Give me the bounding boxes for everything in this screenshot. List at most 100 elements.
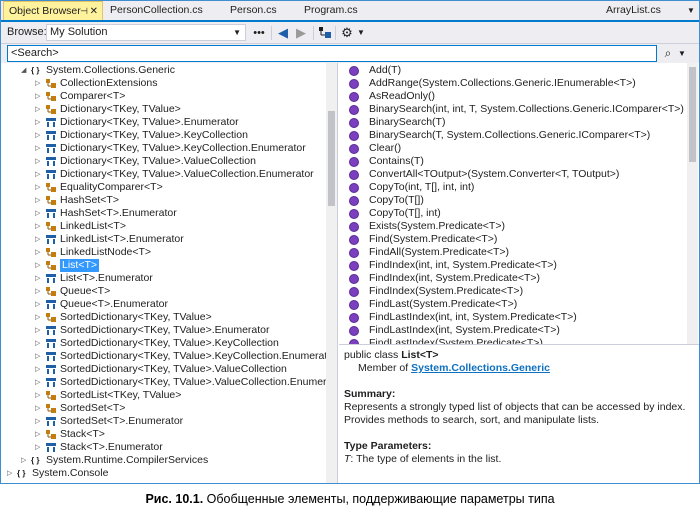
members-scrollbar[interactable]	[687, 63, 698, 344]
expand-arrow-icon[interactable]: ▷	[35, 311, 43, 324]
expand-arrow-icon[interactable]: ▷	[35, 168, 43, 181]
class-icon	[45, 208, 57, 219]
search-icon[interactable]: ⌕	[660, 46, 676, 62]
member-label: FindLastIndex(int, System.Predicate<T>)	[369, 324, 560, 336]
settings-chevron-down-icon[interactable]: ▼	[353, 25, 369, 41]
toolbar-separator	[335, 26, 336, 40]
class-icon	[45, 169, 57, 180]
expand-arrow-icon[interactable]: ▷	[35, 415, 43, 428]
expand-arrow-icon[interactable]: ▷	[21, 454, 29, 467]
tab-object-browser[interactable]: Object Browser ⊣ ✕	[3, 1, 103, 20]
toolbar-separator	[313, 26, 314, 40]
expand-arrow-icon[interactable]: ▷	[35, 428, 43, 441]
expand-arrow-icon[interactable]: ▷	[35, 220, 43, 233]
class-icon	[45, 325, 57, 336]
member-label: AsReadOnly()	[369, 90, 435, 102]
class-icon	[45, 442, 57, 453]
expand-arrow-icon[interactable]: ▷	[35, 246, 43, 259]
expand-arrow-icon[interactable]: ▷	[35, 363, 43, 376]
expand-arrow-icon[interactable]: ▷	[35, 376, 43, 389]
tab-program[interactable]: Program.cs	[299, 1, 379, 20]
member-label: CopyTo(int, T[], int, int)	[369, 181, 475, 193]
more-options-icon[interactable]: •••	[251, 25, 267, 41]
tree-item-label: SortedDictionary<TKey, TValue>.ValueColl…	[60, 363, 287, 375]
member-label: FindIndex(System.Predicate<T>)	[369, 285, 524, 297]
members-scrollbar-thumb[interactable]	[689, 67, 696, 162]
member-of-label: Member of	[358, 362, 412, 374]
method-icon	[349, 274, 359, 284]
expand-arrow-icon[interactable]: ▷	[35, 402, 43, 415]
browse-scope-select[interactable]: My Solution ▼	[46, 24, 246, 41]
expand-arrow-icon[interactable]: ▷	[35, 441, 43, 454]
search-input[interactable]: <Search>	[7, 45, 657, 62]
expand-arrow-icon[interactable]: ▷	[35, 77, 43, 90]
tree-item-label: Dictionary<TKey, TValue>.ValueCollection	[60, 155, 256, 167]
back-arrow-icon[interactable]: ◀	[275, 25, 291, 41]
forward-arrow-icon[interactable]: ▶	[293, 25, 309, 41]
tree-item-label: SortedSet<T>.Enumerator	[60, 415, 184, 427]
expand-arrow-icon[interactable]: ▷	[35, 181, 43, 194]
collapse-arrow-icon[interactable]: ◢	[21, 64, 29, 77]
tab-person-collection[interactable]: PersonCollection.cs	[105, 1, 223, 20]
expand-arrow-icon[interactable]: ▷	[35, 155, 43, 168]
class-icon	[45, 299, 57, 310]
expand-arrow-icon[interactable]: ▷	[35, 298, 43, 311]
expand-arrow-icon[interactable]: ▷	[35, 389, 43, 402]
method-icon	[349, 131, 359, 141]
tab-label: ArrayList.cs	[606, 4, 661, 16]
expand-arrow-icon[interactable]: ▷	[35, 272, 43, 285]
tab-arraylist[interactable]: ArrayList.cs	[601, 1, 681, 20]
expand-arrow-icon[interactable]: ▷	[35, 324, 43, 337]
tree-scrollbar[interactable]	[326, 63, 337, 483]
expand-arrow-icon[interactable]: ▷	[35, 350, 43, 363]
namespace-link[interactable]: System.Collections.Generic	[411, 362, 550, 374]
member-label: Contains(T)	[369, 155, 424, 167]
tab-label: PersonCollection.cs	[110, 4, 203, 16]
method-icon	[349, 92, 359, 102]
expand-arrow-icon[interactable]: ▷	[35, 259, 43, 272]
tab-overflow-chevron-icon[interactable]: ▼	[683, 3, 699, 19]
class-icon	[45, 351, 57, 362]
class-icon	[45, 78, 57, 89]
expand-arrow-icon[interactable]: ▷	[35, 337, 43, 350]
summary-heading: Summary:	[344, 388, 396, 400]
expand-arrow-icon[interactable]: ▷	[35, 194, 43, 207]
expand-arrow-icon[interactable]: ▷	[35, 233, 43, 246]
tree-item-label: EqualityComparer<T>	[60, 181, 163, 193]
member-label: FindIndex(int, int, System.Predicate<T>)	[369, 259, 557, 271]
method-icon	[349, 118, 359, 128]
member-label: AddRange(System.Collections.Generic.IEnu…	[369, 77, 636, 89]
close-icon[interactable]: ✕	[90, 2, 98, 21]
expand-arrow-icon[interactable]: ▷	[35, 116, 43, 129]
class-icon	[45, 338, 57, 349]
tree-item-label: List<T>.Enumerator	[60, 272, 153, 284]
pin-icon[interactable]: ⊣	[80, 2, 88, 21]
class-icon	[45, 117, 57, 128]
expand-arrow-icon[interactable]: ▷	[35, 207, 43, 220]
member-label: CopyTo(T[])	[369, 194, 424, 206]
member-label: BinarySearch(T, System.Collections.Gener…	[369, 129, 651, 141]
member-label: Add(T)	[369, 64, 402, 76]
expand-arrow-icon[interactable]: ▷	[35, 90, 43, 103]
search-chevron-down-icon[interactable]: ▼	[678, 46, 692, 62]
expand-arrow-icon[interactable]: ▷	[35, 142, 43, 155]
expand-arrow-icon[interactable]: ▷	[35, 103, 43, 116]
add-reference-icon[interactable]	[317, 25, 333, 41]
expand-arrow-icon[interactable]: ▷	[35, 285, 43, 298]
member-label: Exists(System.Predicate<T>)	[369, 220, 505, 232]
expand-arrow-icon[interactable]: ▷	[35, 129, 43, 142]
chevron-down-icon: ▼	[233, 28, 241, 37]
member-label: CopyTo(T[], int)	[369, 207, 441, 219]
tree-item-label: Dictionary<TKey, TValue>.Enumerator	[60, 116, 239, 128]
tree-item-label: LinkedList<T>	[60, 220, 126, 232]
namespace-icon: { }	[31, 456, 40, 465]
tab-person[interactable]: Person.cs	[225, 1, 297, 20]
tab-label: Program.cs	[304, 4, 358, 16]
class-icon	[45, 234, 57, 245]
class-icon	[45, 130, 57, 141]
tree-item-label: SortedDictionary<TKey, TValue>	[60, 311, 212, 323]
expand-arrow-icon[interactable]: ▷	[7, 467, 15, 480]
tree-item-label: Stack<T>.Enumerator	[60, 441, 163, 453]
class-icon	[45, 143, 57, 154]
tree-scrollbar-thumb[interactable]	[328, 111, 335, 206]
